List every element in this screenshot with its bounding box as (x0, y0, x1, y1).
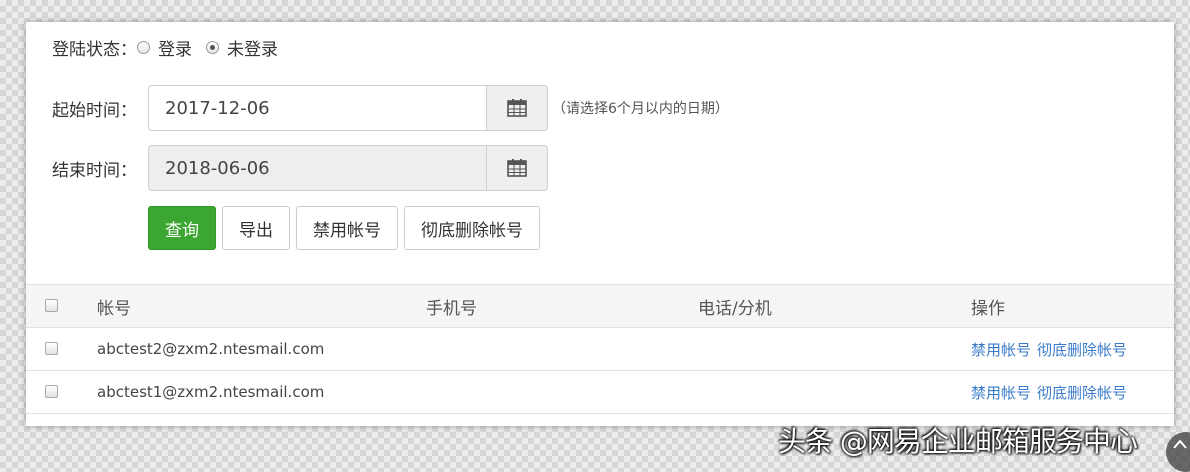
table-row: abctest2@zxm2.ntesmail.com 禁用帐号 彻底删除帐号 (26, 328, 1174, 371)
end-date-input (148, 145, 487, 191)
row-checkbox[interactable] (45, 385, 58, 398)
row-account: abctest1@zxm2.ntesmail.com (97, 383, 325, 401)
header-ops: 操作 (971, 298, 1005, 319)
row-ops: 禁用帐号 彻底删除帐号 (971, 328, 1133, 370)
header-account: 帐号 (97, 298, 131, 319)
delete-account-button[interactable]: 彻底删除帐号 (404, 206, 540, 250)
row-disable-link[interactable]: 禁用帐号 (971, 382, 1031, 403)
start-date-calendar-button[interactable] (487, 85, 548, 131)
action-button-row: 查询 导出 禁用帐号 彻底删除帐号 (148, 206, 546, 250)
radio-logged-in-label: 登录 (158, 39, 192, 60)
date-range-hint: （请选择6个月以内的日期） (552, 101, 729, 117)
row-disable-link[interactable]: 禁用帐号 (971, 339, 1031, 360)
query-button[interactable]: 查询 (148, 206, 216, 250)
calendar-icon (507, 159, 527, 177)
login-status-label: 登陆状态： (52, 39, 137, 60)
header-phone: 电话/分机 (698, 298, 772, 319)
table-header: 帐号 手机号 电话/分机 操作 (26, 284, 1174, 328)
accounts-table: 帐号 手机号 电话/分机 操作 abctest2@zxm2.ntesmail.c… (26, 284, 1174, 414)
radio-option-logged-in[interactable]: 登录 (137, 35, 192, 60)
start-date-input[interactable] (148, 85, 487, 131)
calendar-icon (507, 99, 527, 117)
row-checkbox[interactable] (45, 342, 58, 355)
login-status-row: 登陆状态： 登录 未登录 (52, 34, 292, 60)
radio-logged-in[interactable] (137, 40, 150, 54)
radio-not-logged-in-label: 未登录 (227, 39, 278, 60)
row-account: abctest2@zxm2.ntesmail.com (97, 340, 325, 358)
start-date-label: 起始时间： (52, 101, 137, 121)
end-date-label: 结束时间： (52, 161, 137, 181)
end-date-calendar-button[interactable] (487, 145, 548, 191)
radio-option-not-logged-in[interactable]: 未登录 (206, 35, 278, 60)
select-all-checkbox[interactable] (45, 299, 58, 312)
account-filter-panel: 登陆状态： 登录 未登录 起始时间： （请选择6个月以内的日期） 结束时 (26, 22, 1174, 426)
scroll-to-top-button[interactable] (1166, 432, 1190, 472)
export-button[interactable]: 导出 (222, 206, 290, 250)
header-mobile: 手机号 (426, 298, 477, 319)
row-delete-link[interactable]: 彻底删除帐号 (1037, 339, 1127, 360)
watermark-text: 头条 @网易企业邮箱服务中心 (778, 425, 1138, 458)
radio-not-logged-in[interactable] (206, 40, 219, 54)
table-row: abctest1@zxm2.ntesmail.com 禁用帐号 彻底删除帐号 (26, 371, 1174, 414)
row-ops: 禁用帐号 彻底删除帐号 (971, 371, 1133, 413)
row-delete-link[interactable]: 彻底删除帐号 (1037, 382, 1127, 403)
disable-account-button[interactable]: 禁用帐号 (296, 206, 398, 250)
start-date-group (148, 85, 548, 131)
end-date-group (148, 145, 548, 191)
chevron-up-icon (1173, 439, 1187, 449)
